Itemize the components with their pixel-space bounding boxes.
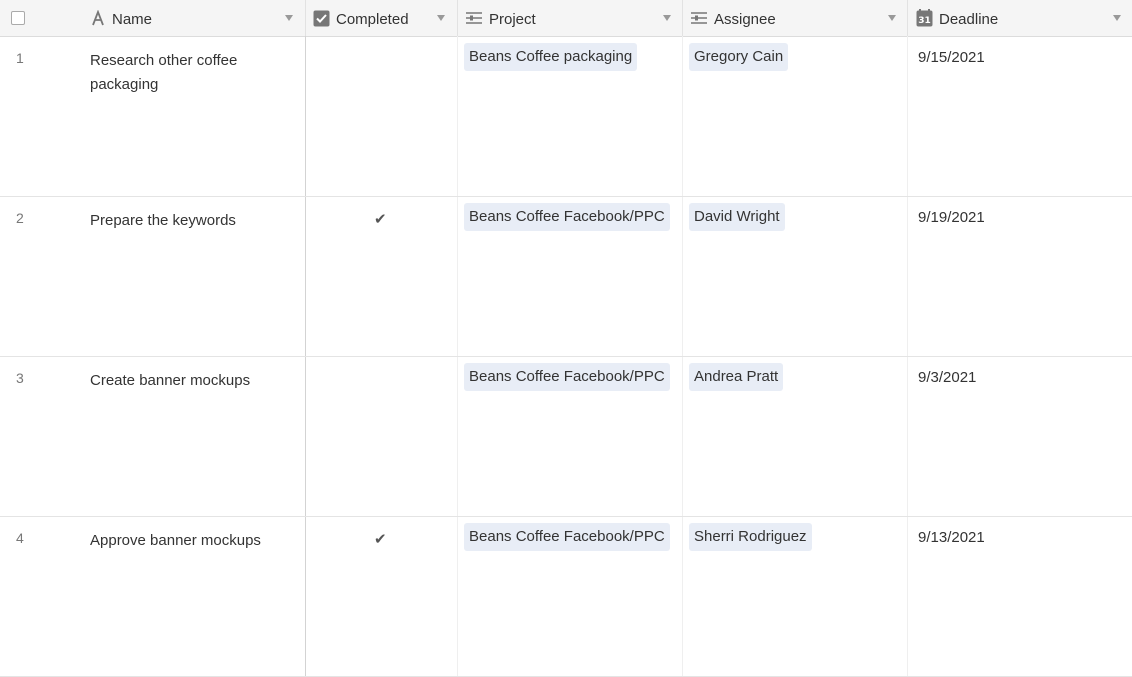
column-header-deadline[interactable]: 31 Deadline (916, 0, 1132, 36)
name-cell[interactable]: Create banner mockups (90, 369, 290, 393)
select-all-checkbox[interactable] (11, 11, 25, 25)
row-number: 4 (16, 530, 24, 546)
column-label-completed: Completed (336, 10, 409, 28)
column-divider[interactable] (457, 0, 458, 36)
deadline-cell[interactable]: 9/13/2021 (918, 529, 985, 546)
chevron-down-icon[interactable] (437, 15, 445, 21)
row-number: 1 (16, 50, 24, 66)
calendar-icon: 31 (916, 9, 933, 27)
project-pill[interactable]: Beans Coffee Facebook/PPC (464, 203, 670, 231)
link-field-icon (690, 10, 708, 26)
assignee-pill[interactable]: Andrea Pratt (689, 363, 784, 391)
row-number: 3 (16, 370, 24, 386)
name-cell[interactable]: Research other coffee packaging (90, 49, 290, 97)
assignee-pill[interactable]: Sherri Rodriguez (689, 523, 812, 551)
column-label-project: Project (489, 10, 536, 28)
table-row[interactable]: 1 Research other coffee packaging Beans … (0, 37, 1132, 197)
row-number: 2 (16, 210, 24, 226)
table-row[interactable]: 4 Approve banner mockups ✔ Beans Coffee … (0, 517, 1132, 677)
svg-text:31: 31 (918, 16, 931, 26)
assignee-pill[interactable]: Gregory Cain (689, 43, 789, 71)
chevron-down-icon[interactable] (663, 15, 671, 21)
assignee-pill[interactable]: David Wright (689, 203, 785, 231)
checkmark-icon[interactable]: ✔ (374, 210, 387, 228)
column-label-deadline: Deadline (939, 10, 999, 28)
checkmark-icon[interactable]: ✔ (374, 530, 387, 548)
table-row[interactable]: 3 Create banner mockups Beans Coffee Fac… (0, 357, 1132, 517)
column-header-name[interactable]: Name (90, 0, 305, 36)
grid-header: Name Completed Project Assignee 31 Deadl… (0, 0, 1132, 37)
project-pill[interactable]: Beans Coffee Facebook/PPC (464, 363, 670, 391)
deadline-cell[interactable]: 9/3/2021 (918, 369, 976, 386)
deadline-cell[interactable]: 9/15/2021 (918, 49, 985, 66)
chevron-down-icon[interactable] (888, 15, 896, 21)
name-cell[interactable]: Approve banner mockups (90, 529, 290, 553)
text-type-icon (90, 10, 106, 26)
column-divider[interactable] (682, 0, 683, 36)
project-pill[interactable]: Beans Coffee packaging (464, 43, 638, 71)
project-pill[interactable]: Beans Coffee Facebook/PPC (464, 523, 670, 551)
select-all-cell[interactable] (11, 0, 31, 36)
column-divider[interactable] (907, 0, 908, 36)
deadline-cell[interactable]: 9/19/2021 (918, 209, 985, 226)
table-row[interactable]: 2 Prepare the keywords ✔ Beans Coffee Fa… (0, 197, 1132, 357)
grid-view: Name Completed Project Assignee 31 Deadl… (0, 0, 1132, 677)
chevron-down-icon[interactable] (285, 15, 293, 21)
chevron-down-icon[interactable] (1113, 15, 1121, 21)
column-label-name: Name (112, 10, 153, 28)
checkbox-field-icon (313, 10, 330, 27)
column-header-project[interactable]: Project (465, 0, 682, 36)
link-field-icon (465, 10, 483, 26)
column-header-completed[interactable]: Completed (313, 0, 457, 36)
column-header-assignee[interactable]: Assignee (690, 0, 907, 36)
column-label-assignee: Assignee (714, 10, 776, 28)
column-divider[interactable] (305, 0, 306, 36)
name-cell[interactable]: Prepare the keywords (90, 209, 290, 233)
